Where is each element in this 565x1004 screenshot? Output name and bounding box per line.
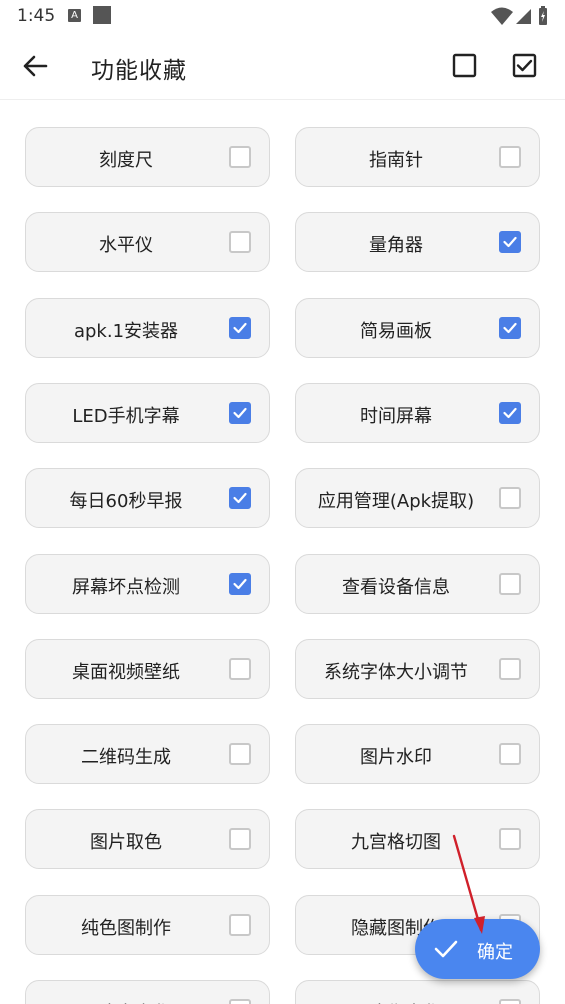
feature-card[interactable]: 图片像素化 (295, 980, 540, 1004)
feature-label: 水平仪 (99, 235, 153, 256)
checkbox-unchecked[interactable] (229, 231, 251, 253)
feature-label: 图片像素化 (296, 999, 496, 1004)
feature-card[interactable]: 图片水印 (295, 724, 540, 784)
feature-card[interactable]: 每日60秒早报 (25, 468, 270, 528)
feature-card[interactable]: 九宫格切图 (295, 809, 540, 869)
feature-card[interactable]: 指南针 (295, 127, 540, 187)
checkbox-unchecked[interactable] (229, 743, 251, 765)
checkbox-checked[interactable] (229, 402, 251, 424)
feature-card[interactable]: 刻度尺 (25, 127, 270, 187)
feature-card[interactable]: 应用管理(Apk提取) (295, 468, 540, 528)
checkmark-icon (503, 236, 517, 248)
feature-label: 九宫格切图 (351, 832, 441, 853)
feature-label: apk.1安装器 (73, 321, 179, 342)
checkbox-unchecked[interactable] (499, 999, 521, 1004)
status-time: 1:45 (17, 6, 56, 26)
checkbox-unchecked[interactable] (229, 999, 251, 1004)
checkmark-icon (233, 492, 247, 504)
feature-card[interactable]: 图片文字化 (25, 980, 270, 1004)
select-all-icon[interactable] (512, 53, 537, 78)
checkbox-unchecked[interactable] (499, 487, 521, 509)
feature-label: 应用管理(Apk提取) (317, 491, 475, 512)
feature-label: 简易画板 (360, 321, 432, 342)
feature-label: 查看设备信息 (342, 577, 450, 598)
feature-card[interactable]: 时间屏幕 (295, 383, 540, 443)
feature-label: 每日60秒早报 (69, 491, 183, 512)
feature-card[interactable]: 系统字体大小调节 (295, 639, 540, 699)
back-arrow-icon[interactable] (20, 51, 50, 81)
feature-card[interactable]: 纯色图制作 (25, 895, 270, 955)
feature-card[interactable]: 简易画板 (295, 298, 540, 358)
feature-label: 刻度尺 (99, 150, 153, 171)
confirm-button[interactable]: 确定 (415, 919, 540, 979)
feature-card[interactable]: 水平仪 (25, 212, 270, 272)
checkbox-checked[interactable] (229, 573, 251, 595)
feature-label: 指南针 (369, 150, 423, 171)
checkbox-unchecked[interactable] (499, 743, 521, 765)
checkbox-checked[interactable] (499, 317, 521, 339)
checkbox-checked[interactable] (499, 402, 521, 424)
checkbox-unchecked[interactable] (499, 828, 521, 850)
app-bar: 功能收藏 (0, 34, 565, 100)
feature-label: 量角器 (369, 235, 423, 256)
feature-label: 二维码生成 (81, 747, 171, 768)
checkmark-icon (233, 322, 247, 334)
feature-label: 时间屏幕 (360, 406, 432, 427)
checkbox-unchecked[interactable] (229, 914, 251, 936)
feature-card[interactable]: 量角器 (295, 212, 540, 272)
checkbox-unchecked[interactable] (229, 146, 251, 168)
check-icon (434, 940, 458, 958)
checkmark-icon (233, 407, 247, 419)
feature-label: 桌面视频壁纸 (72, 662, 180, 683)
feature-card[interactable]: 图片取色 (25, 809, 270, 869)
feature-label: 屏幕坏点检测 (72, 577, 180, 598)
checkmark-icon (233, 578, 247, 590)
feature-label: 图片水印 (360, 747, 432, 768)
checkbox-unchecked[interactable] (499, 658, 521, 680)
feature-card[interactable]: apk.1安装器 (25, 298, 270, 358)
checkbox-unchecked[interactable] (499, 146, 521, 168)
deselect-all-icon[interactable] (452, 53, 477, 78)
status-bar: 1:45 A (0, 0, 565, 34)
feature-card[interactable]: 桌面视频壁纸 (25, 639, 270, 699)
checkbox-unchecked[interactable] (229, 828, 251, 850)
wifi-icon (491, 7, 513, 25)
checkbox-unchecked[interactable] (499, 573, 521, 595)
feature-label: LED手机字幕 (72, 406, 180, 427)
feature-card[interactable]: 查看设备信息 (295, 554, 540, 614)
feature-card[interactable]: LED手机字幕 (25, 383, 270, 443)
feature-label: 系统字体大小调节 (324, 662, 468, 683)
notification-a-icon: A (68, 9, 81, 22)
status-icons (491, 6, 547, 25)
checkmark-icon (503, 407, 517, 419)
notification-square-icon (93, 6, 111, 24)
confirm-label: 确定 (477, 942, 513, 963)
checkbox-unchecked[interactable] (229, 658, 251, 680)
feature-card[interactable]: 二维码生成 (25, 724, 270, 784)
feature-card[interactable]: 屏幕坏点检测 (25, 554, 270, 614)
feature-label: 图片取色 (90, 832, 162, 853)
battery-icon (539, 6, 547, 25)
checkbox-checked[interactable] (229, 487, 251, 509)
feature-label: 纯色图制作 (81, 918, 171, 939)
checkmark-icon (503, 322, 517, 334)
checkbox-checked[interactable] (229, 317, 251, 339)
checkbox-checked[interactable] (499, 231, 521, 253)
page-title: 功能收藏 (91, 58, 187, 84)
signal-icon (516, 9, 531, 24)
feature-label: 图片文字化 (26, 999, 226, 1004)
